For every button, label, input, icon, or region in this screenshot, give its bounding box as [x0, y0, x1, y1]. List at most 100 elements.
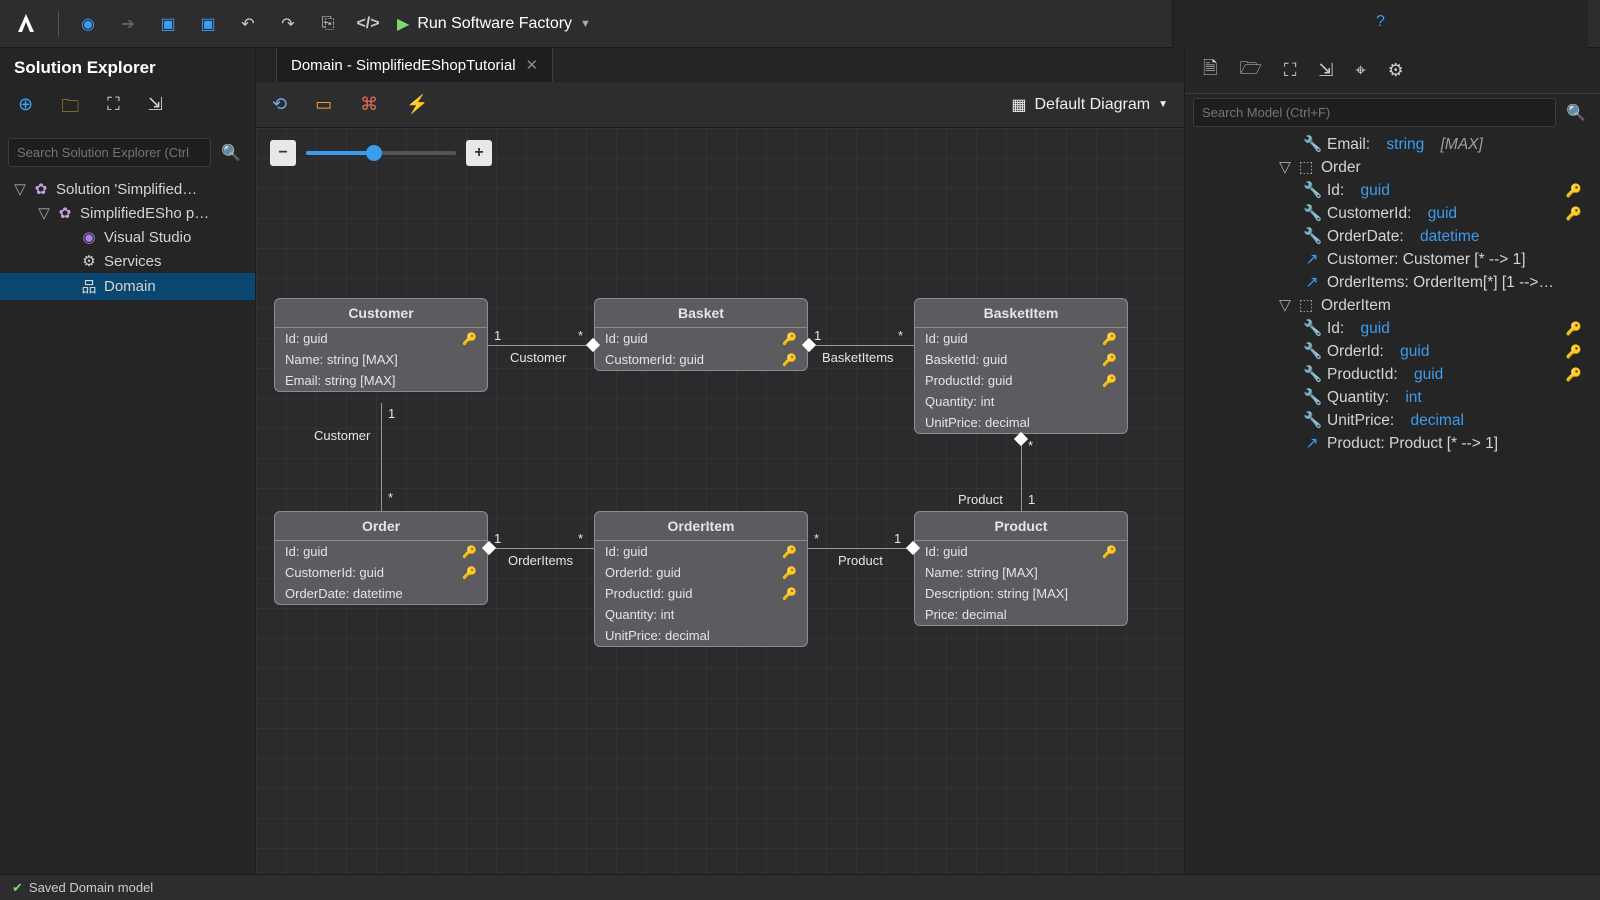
zoom-slider[interactable]	[306, 151, 456, 155]
class-icon: ⬚	[1297, 158, 1315, 177]
run-button[interactable]: ▶ Run Software Factory ▼	[397, 14, 591, 34]
entity-title: BasketItem	[915, 299, 1127, 328]
model-tree-row[interactable]: 🔧Id: guid🔑	[1185, 317, 1600, 340]
key-icon: 🔧	[1303, 227, 1321, 246]
nav-icon: ↗	[1303, 250, 1321, 269]
entity-title: Product	[915, 512, 1127, 541]
top-toolbar: ◉ ➔ ▣ ▣ ↶ ↷ ⎘ </> ▶ Run Software Factory…	[0, 0, 1600, 48]
file-icon[interactable]: 🗎	[1203, 56, 1217, 86]
search-icon[interactable]: 🔍	[215, 138, 247, 167]
diagram-selector[interactable]: ▦ Default Diagram ▼	[1011, 95, 1168, 115]
nav-icon: ↗	[1303, 273, 1321, 292]
entity-product[interactable]: Product Id: guid🔑 Name: string [MAX] Des…	[914, 511, 1128, 626]
collapse-icon[interactable]: ⇲	[1318, 60, 1333, 81]
diagram-canvas[interactable]: − + Customer Id: guid🔑 Name: string [MAX…	[256, 128, 1184, 874]
forward-icon[interactable]: ➔	[117, 13, 139, 35]
save-icon[interactable]: ▣	[157, 13, 179, 35]
entity-basket[interactable]: Basket Id: guid🔑 CustomerId: guid🔑	[594, 298, 808, 371]
chevron-down-icon: ▼	[1158, 99, 1168, 110]
status-bar: ✔ Saved Domain model	[0, 874, 1600, 900]
locate-icon[interactable]: ⌖	[1356, 60, 1366, 81]
diagram-label: Default Diagram	[1034, 96, 1150, 114]
expand-icon[interactable]: ⛶	[1284, 60, 1297, 81]
model-tree-row[interactable]: 🔧CustomerId: guid🔑	[1185, 202, 1600, 225]
key-icon: 🔧	[1303, 319, 1321, 338]
canvas-toolbar: ⟲ ▭ ⌘ ⚡ ▦ Default Diagram ▼	[256, 82, 1184, 128]
entity-basketitem[interactable]: BasketItem Id: guid🔑 BasketId: guid🔑 Pro…	[914, 298, 1128, 434]
folder-icon[interactable]: 🗁	[1239, 56, 1261, 86]
diagram-icon: ▦	[1011, 95, 1026, 115]
zoom-out-button[interactable]: −	[270, 140, 296, 166]
solution-search-input[interactable]	[8, 138, 211, 167]
tool-icon-4[interactable]: ⚡	[406, 94, 428, 115]
zoom-in-button[interactable]: +	[466, 140, 492, 166]
entity-order[interactable]: Order Id: guid🔑 CustomerId: guid🔑 OrderD…	[274, 511, 488, 605]
back-icon[interactable]: ◉	[77, 13, 99, 35]
undo-icon[interactable]: ↶	[237, 13, 259, 35]
entity-customer[interactable]: Customer Id: guid🔑 Name: string [MAX] Em…	[274, 298, 488, 392]
open-folder-icon[interactable]: 🗀	[61, 94, 79, 124]
editor-area: Domain - SimplifiedEShopTutorial ✕ ⟲ ▭ ⌘…	[256, 48, 1184, 874]
model-tree-row[interactable]: 🔧UnitPrice: decimal	[1185, 409, 1600, 432]
model-tree-row[interactable]: 🔧Id: guid🔑	[1185, 179, 1600, 202]
tool-icon-2[interactable]: ▭	[315, 94, 332, 115]
key-icon: 🔧	[1303, 388, 1321, 407]
model-tree: 🔧Email: string [MAX]▽⬚Order🔧Id: guid🔑🔧Cu…	[1185, 131, 1600, 874]
tab-title: Domain - SimplifiedEShopTutorial	[291, 57, 516, 74]
tree-visual-studio[interactable]: ◉Visual Studio	[0, 225, 255, 249]
collapse-icon[interactable]: ⇲	[148, 94, 163, 124]
tree-domain[interactable]: 品Domain	[0, 273, 255, 300]
search-icon[interactable]: 🔍	[1560, 98, 1592, 127]
key-icon: 🔧	[1303, 411, 1321, 430]
app-logo-icon	[12, 10, 40, 38]
model-tree-row[interactable]: 🔧OrderDate: datetime	[1185, 225, 1600, 248]
tree-project[interactable]: ▽✿SimplifiedESho p…	[0, 201, 255, 225]
tree-services[interactable]: ⚙Services	[0, 249, 255, 273]
entity-title: OrderItem	[595, 512, 807, 541]
entity-title: Basket	[595, 299, 807, 328]
help-icon[interactable]: ?	[1370, 11, 1392, 33]
code-icon[interactable]: </>	[357, 13, 379, 35]
entity-orderitem[interactable]: OrderItem Id: guid🔑 OrderId: guid🔑 Produ…	[594, 511, 808, 647]
model-tree-row[interactable]: 🔧Email: string [MAX]	[1185, 133, 1600, 156]
tab-domain[interactable]: Domain - SimplifiedEShopTutorial ✕	[276, 48, 553, 82]
model-tree-row[interactable]: ↗Product: Product [* --> 1]	[1185, 432, 1600, 455]
solution-tree: ▽✿Solution 'Simplified… ▽✿SimplifiedESho…	[0, 171, 255, 300]
key-icon: 🔧	[1303, 181, 1321, 200]
key-icon: 🔧	[1303, 365, 1321, 384]
model-tree-row[interactable]: 🔧ProductId: guid🔑	[1185, 363, 1600, 386]
solution-explorer-panel: Solution Explorer ⊕ 🗀 ⛶ ⇲ 🔍 ▽✿Solution '…	[0, 48, 256, 874]
expand-icon[interactable]: ⛶	[107, 94, 120, 124]
entity-title: Order	[275, 512, 487, 541]
nav-icon: ↗	[1303, 434, 1321, 453]
model-tree-row[interactable]: ▽⬚OrderItem	[1185, 294, 1600, 317]
model-explorer-panel: 🗎 🗁 ⛶ ⇲ ⌖ ⚙ 🔍 🔧Email: string [MAX]▽⬚Orde…	[1184, 48, 1600, 874]
model-tree-row[interactable]: ↗OrderItems: OrderItem[*] [1 -->…	[1185, 271, 1600, 294]
model-tree-row[interactable]: 🔧OrderId: guid🔑	[1185, 340, 1600, 363]
tree-solution[interactable]: ▽✿Solution 'Simplified…	[0, 177, 255, 201]
redo-icon[interactable]: ↷	[277, 13, 299, 35]
settings-icon[interactable]: ⚙	[1388, 60, 1404, 81]
export-icon[interactable]: ⎘	[317, 13, 339, 35]
separator	[58, 11, 59, 37]
add-icon[interactable]: ⊕	[18, 94, 33, 124]
key-icon: 🔧	[1303, 135, 1321, 154]
close-icon[interactable]: ✕	[526, 56, 539, 74]
model-tree-row[interactable]: 🔧Quantity: int	[1185, 386, 1600, 409]
panel-title: Solution Explorer	[0, 48, 255, 88]
model-search-input[interactable]	[1193, 98, 1556, 127]
status-ok-icon: ✔	[12, 880, 23, 896]
tab-bar: Domain - SimplifiedEShopTutorial ✕	[256, 48, 1184, 82]
key-icon: 🔧	[1303, 342, 1321, 361]
chevron-down-icon: ▼	[580, 18, 591, 30]
entity-title: Customer	[275, 299, 487, 328]
save-all-icon[interactable]: ▣	[197, 13, 219, 35]
play-icon: ▶	[397, 14, 409, 34]
tool-icon-3[interactable]: ⌘	[360, 94, 378, 115]
run-label: Run Software Factory	[417, 15, 572, 33]
class-icon: ⬚	[1297, 296, 1315, 315]
model-tree-row[interactable]: ↗Customer: Customer [* --> 1]	[1185, 248, 1600, 271]
tool-icon-1[interactable]: ⟲	[272, 94, 287, 115]
model-tree-row[interactable]: ▽⬚Order	[1185, 156, 1600, 179]
status-text: Saved Domain model	[29, 880, 153, 895]
